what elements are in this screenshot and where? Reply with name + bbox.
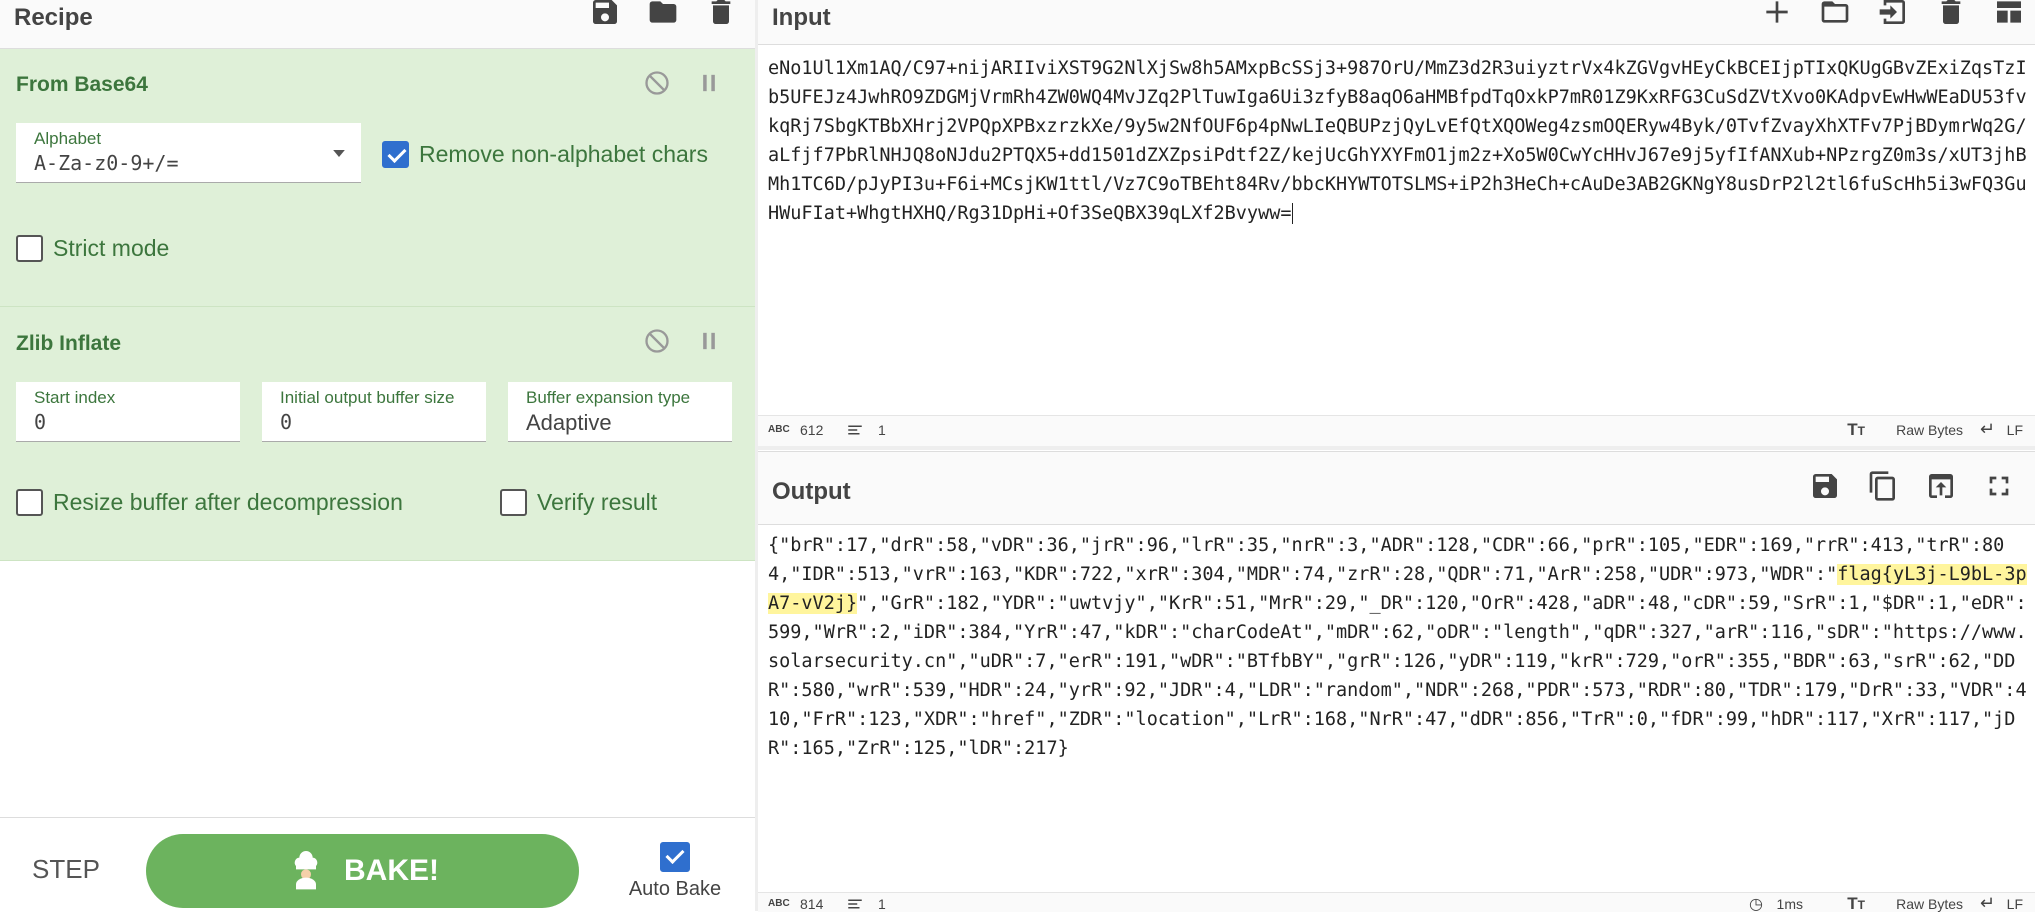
- recipe-panel: Recipe From Base64 Alphabet A-Za-z0-9+/=…: [0, 0, 756, 912]
- breakpoint-icon[interactable]: [695, 327, 723, 355]
- save-output-icon[interactable]: [1809, 470, 1841, 502]
- remove-nonalpha-checkbox[interactable]: Remove non-alphabet chars: [382, 141, 708, 168]
- recipe-header: Recipe: [0, 0, 755, 49]
- text-format-icon: TT: [1847, 894, 1865, 913]
- input-statusbar: ABC 612 1 TT Raw Bytes ↵ LF: [758, 415, 2035, 446]
- output-text-after: ","GrR":182,"YDR":"uwtvjy","KrR":51,"MrR…: [768, 593, 2027, 759]
- chef-icon: [294, 851, 318, 890]
- clock-icon: ◷: [1749, 896, 1763, 913]
- output-line-count: 1: [878, 896, 886, 912]
- save-recipe-icon[interactable]: [589, 0, 621, 28]
- open-folder-icon[interactable]: [1819, 0, 1851, 28]
- checkbox-unchecked[interactable]: [16, 489, 43, 516]
- alphabet-select[interactable]: Alphabet A-Za-z0-9+/=: [16, 123, 361, 183]
- checkbox-unchecked[interactable]: [500, 489, 527, 516]
- disable-op-icon[interactable]: [643, 327, 671, 355]
- lines-icon: [848, 899, 862, 909]
- expansion-type-label: Buffer expansion type: [526, 388, 691, 407]
- resize-buffer-checkbox[interactable]: Resize buffer after decompression: [16, 489, 403, 516]
- start-index-field[interactable]: Start index 0: [16, 382, 240, 442]
- init-buffer-label: Initial output buffer size: [280, 388, 455, 407]
- op-title: Zlib Inflate: [16, 332, 121, 355]
- output-char-count: 814: [800, 896, 824, 912]
- output-header: Output: [758, 451, 2035, 525]
- lines-icon: [848, 425, 862, 435]
- text-cursor: [1292, 203, 1294, 224]
- alphabet-value: A-Za-z0-9+/=: [34, 151, 179, 175]
- input-header: Input: [758, 0, 2035, 45]
- load-recipe-icon[interactable]: [647, 0, 679, 28]
- input-textarea[interactable]: eNo1Ul1Xm1AQ/C97+nijARIIviXST9G2NlXjSw8h…: [768, 54, 2027, 414]
- op-zlib-inflate: Zlib Inflate Start index 0 Initial outpu…: [0, 307, 755, 561]
- start-index-label: Start index: [34, 388, 116, 407]
- output-time: 1ms: [1776, 896, 1803, 912]
- strict-mode-checkbox[interactable]: Strict mode: [16, 235, 169, 262]
- abc-icon: ABC: [768, 424, 790, 435]
- copy-output-icon[interactable]: [1867, 470, 1899, 502]
- remove-nonalpha-label: Remove non-alphabet chars: [419, 141, 708, 167]
- op-from-base64: From Base64 Alphabet A-Za-z0-9+/= Remove…: [0, 49, 755, 307]
- init-buffer-field[interactable]: Initial output buffer size 0: [262, 382, 486, 442]
- checkbox-unchecked[interactable]: [16, 235, 43, 262]
- import-icon[interactable]: [1877, 0, 1909, 28]
- start-index-value: 0: [34, 410, 47, 434]
- io-splitter[interactable]: [758, 446, 2035, 450]
- output-text-before: {"brR":17,"drR":58,"vDR":36,"jrR":96,"lr…: [768, 535, 2005, 585]
- clear-input-icon[interactable]: [1935, 0, 1967, 28]
- input-char-count: 612: [800, 422, 824, 438]
- checkbox-checked[interactable]: [660, 842, 690, 872]
- verify-result-label: Verify result: [537, 489, 658, 515]
- io-panel: Input eNo1Ul1Xm1AQ/C97+nijARIIviXST9G2Nl…: [758, 0, 2035, 913]
- alphabet-label: Alphabet: [34, 129, 102, 148]
- step-button[interactable]: STEP: [32, 854, 100, 885]
- recipe-title: Recipe: [14, 4, 93, 31]
- breakpoint-icon[interactable]: [695, 69, 723, 97]
- replace-input-icon[interactable]: [1925, 470, 1957, 502]
- op-title: From Base64: [16, 73, 148, 96]
- expansion-type-value: Adaptive: [526, 410, 612, 435]
- layout-icon[interactable]: [1993, 0, 2025, 28]
- text-format-icon: TT: [1847, 420, 1865, 439]
- output-eol[interactable]: LF: [2007, 896, 2023, 912]
- bake-label: BAKE!: [344, 854, 439, 887]
- input-title: Input: [772, 4, 831, 31]
- output-text[interactable]: {"brR":17,"drR":58,"vDR":36,"jrR":96,"lr…: [768, 531, 2027, 871]
- recipe-footer: STEP BAKE! Auto Bake: [0, 817, 755, 912]
- eol-icon: ↵: [1979, 419, 1995, 439]
- add-tab-icon[interactable]: [1761, 0, 1793, 28]
- init-buffer-value: 0: [280, 410, 293, 434]
- abc-icon: ABC: [768, 898, 790, 909]
- auto-bake-label: Auto Bake: [628, 878, 722, 900]
- checkbox-checked[interactable]: [382, 141, 409, 168]
- output-title: Output: [772, 478, 851, 505]
- expansion-type-select[interactable]: Buffer expansion type Adaptive: [508, 382, 732, 442]
- clear-recipe-icon[interactable]: [705, 0, 737, 28]
- strict-mode-label: Strict mode: [53, 235, 170, 261]
- disable-op-icon[interactable]: [643, 69, 671, 97]
- input-text: eNo1Ul1Xm1AQ/C97+nijARIIviXST9G2NlXjSw8h…: [768, 58, 2027, 224]
- resize-buffer-label: Resize buffer after decompression: [53, 489, 403, 515]
- output-raw-bytes[interactable]: Raw Bytes: [1896, 896, 1963, 912]
- output-statusbar: ABC 814 1 ◷ 1ms TT Raw Bytes ↵ LF: [758, 892, 2035, 913]
- input-eol[interactable]: LF: [2007, 422, 2023, 438]
- input-line-count: 1: [878, 422, 886, 438]
- chevron-down-icon: [333, 150, 345, 157]
- maximize-icon[interactable]: [1983, 470, 2015, 502]
- bake-button[interactable]: BAKE!: [146, 834, 579, 908]
- input-raw-bytes[interactable]: Raw Bytes: [1896, 422, 1963, 438]
- auto-bake-checkbox[interactable]: Auto Bake: [620, 842, 730, 901]
- verify-result-checkbox[interactable]: Verify result: [500, 489, 657, 516]
